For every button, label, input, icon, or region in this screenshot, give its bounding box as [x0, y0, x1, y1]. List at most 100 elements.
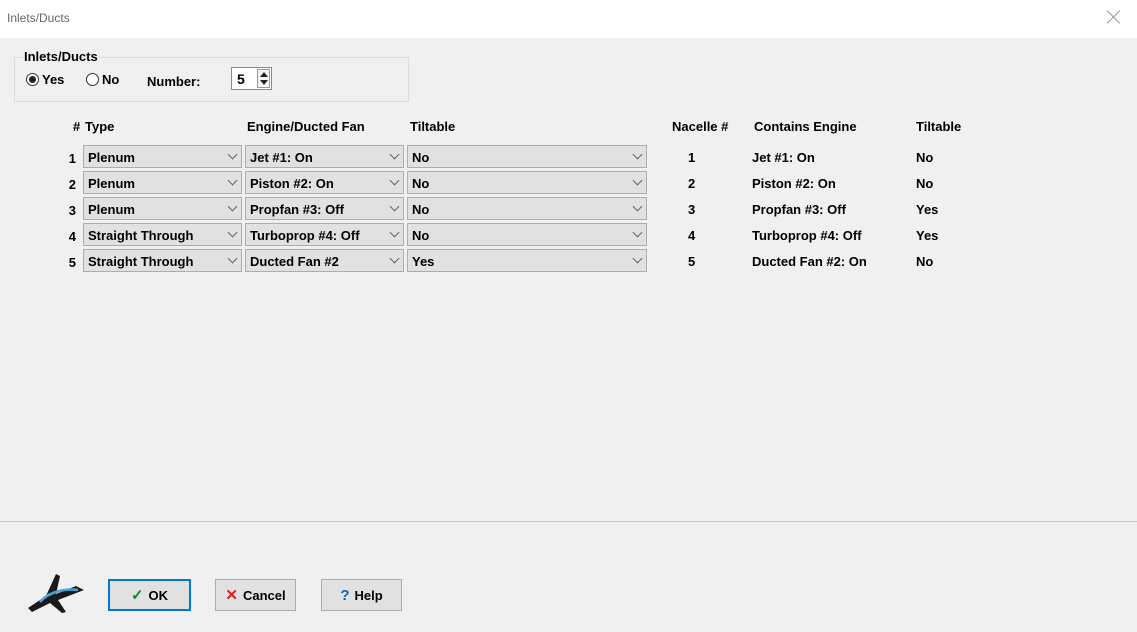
number-label: Number: — [147, 74, 201, 89]
cancel-button[interactable]: ✕ Cancel — [215, 579, 296, 611]
yes-radio[interactable]: Yes — [26, 71, 64, 87]
tiltable-value: Yes — [412, 254, 435, 269]
tiltable-select[interactable]: No — [407, 145, 647, 168]
chevron-down-icon — [389, 149, 400, 160]
chevron-down-icon — [389, 227, 400, 238]
nacelle-num: 4 — [688, 228, 696, 243]
nacelle-tiltable: Yes — [916, 202, 939, 217]
tiltable-value: No — [412, 176, 430, 191]
engine-select[interactable]: Turboprop #4: Off — [245, 223, 404, 246]
no-radio[interactable]: No — [86, 71, 119, 87]
footer-divider — [0, 521, 1137, 522]
chevron-down-icon — [227, 149, 238, 160]
cancel-label: Cancel — [242, 587, 286, 603]
chevron-down-icon — [632, 175, 643, 186]
engine-select[interactable]: Piston #2: On — [245, 171, 404, 194]
yes-radio-label: Yes — [42, 71, 65, 87]
chevron-down-icon — [632, 253, 643, 264]
radio-selected-icon — [26, 72, 39, 86]
ok-label: OK — [148, 587, 169, 603]
number-spinner[interactable]: 5 — [231, 67, 272, 90]
tiltable-select[interactable]: Yes — [407, 249, 647, 272]
nacelle-tiltable: No — [916, 254, 934, 269]
chevron-down-icon — [389, 175, 400, 186]
aircraft-logo-icon — [28, 574, 84, 613]
checkmark-icon: ✓ — [130, 587, 144, 604]
type-select[interactable]: Plenum — [83, 171, 242, 194]
title-bar: Inlets/Ducts — [0, 0, 1137, 38]
help-button[interactable]: ? Help — [321, 579, 402, 611]
type-value: Plenum — [88, 202, 135, 217]
engine-value: Propfan #3: Off — [250, 202, 344, 217]
chevron-down-icon — [227, 253, 238, 264]
type-select[interactable]: Straight Through — [83, 249, 242, 272]
row-number: 5 — [68, 255, 76, 270]
x-icon: ✕ — [225, 587, 238, 604]
row-number: 1 — [68, 151, 76, 166]
engine-select[interactable]: Propfan #3: Off — [245, 197, 404, 220]
col-header-type: Type — [85, 119, 115, 134]
spin-down-icon[interactable] — [260, 80, 268, 85]
group-legend: Inlets/Ducts — [23, 49, 99, 64]
nacelle-header-tiltable: Tiltable — [916, 119, 962, 134]
tiltable-select[interactable]: No — [407, 171, 647, 194]
chevron-down-icon — [227, 201, 238, 212]
question-icon: ? — [340, 586, 350, 604]
chevron-down-icon — [389, 253, 400, 264]
type-select[interactable]: Plenum — [83, 145, 242, 168]
chevron-down-icon — [227, 227, 238, 238]
chevron-down-icon — [632, 227, 643, 238]
engine-select[interactable]: Jet #1: On — [245, 145, 404, 168]
nacelle-header-engine: Contains Engine — [754, 119, 857, 134]
type-value: Plenum — [88, 150, 135, 165]
type-select[interactable]: Plenum — [83, 197, 242, 220]
spin-up-icon[interactable] — [260, 72, 268, 77]
chevron-down-icon — [632, 201, 643, 212]
nacelle-tiltable: Yes — [916, 228, 939, 243]
engine-select[interactable]: Ducted Fan #2 — [245, 249, 404, 272]
window-title: Inlets/Ducts — [7, 11, 70, 25]
chevron-down-icon — [389, 201, 400, 212]
tiltable-value: No — [412, 150, 430, 165]
close-icon[interactable] — [1105, 8, 1123, 26]
inlets-ducts-group: Inlets/Ducts — [14, 49, 409, 102]
tiltable-value: No — [412, 202, 430, 217]
spinner-buttons[interactable] — [257, 69, 270, 88]
nacelle-num: 2 — [688, 176, 696, 191]
col-header-tiltable: Tiltable — [410, 119, 456, 134]
engine-value: Ducted Fan #2 — [250, 254, 339, 269]
no-radio-label: No — [102, 71, 120, 87]
nacelle-num: 5 — [688, 254, 696, 269]
type-value: Straight Through — [88, 254, 194, 269]
ok-button[interactable]: ✓ OK — [108, 579, 191, 611]
nacelle-num: 3 — [688, 202, 696, 217]
tiltable-select[interactable]: No — [407, 197, 647, 220]
nacelle-engine: Ducted Fan #2: On — [752, 254, 867, 269]
nacelle-engine: Propfan #3: Off — [752, 202, 846, 217]
chevron-down-icon — [227, 175, 238, 186]
col-header-num: # — [73, 119, 81, 134]
nacelle-tiltable: No — [916, 150, 934, 165]
row-number: 4 — [68, 229, 76, 244]
engine-value: Turboprop #4: Off — [250, 228, 360, 243]
type-value: Straight Through — [88, 228, 194, 243]
nacelle-header-num: Nacelle # — [672, 119, 729, 134]
nacelle-tiltable: No — [916, 176, 934, 191]
row-number: 2 — [68, 177, 76, 192]
tiltable-select[interactable]: No — [407, 223, 647, 246]
number-value: 5 — [237, 71, 245, 87]
type-select[interactable]: Straight Through — [83, 223, 242, 246]
chevron-down-icon — [632, 149, 643, 160]
type-value: Plenum — [88, 176, 135, 191]
row-number: 3 — [68, 203, 76, 218]
help-label: Help — [354, 587, 383, 603]
radio-unselected-icon — [86, 72, 99, 86]
nacelle-engine: Jet #1: On — [752, 150, 815, 165]
engine-value: Piston #2: On — [250, 176, 334, 191]
nacelle-num: 1 — [688, 150, 696, 165]
col-header-engine: Engine/Ducted Fan — [247, 119, 365, 134]
nacelle-engine: Turboprop #4: Off — [752, 228, 862, 243]
engine-value: Jet #1: On — [250, 150, 313, 165]
tiltable-value: No — [412, 228, 430, 243]
nacelle-engine: Piston #2: On — [752, 176, 836, 191]
